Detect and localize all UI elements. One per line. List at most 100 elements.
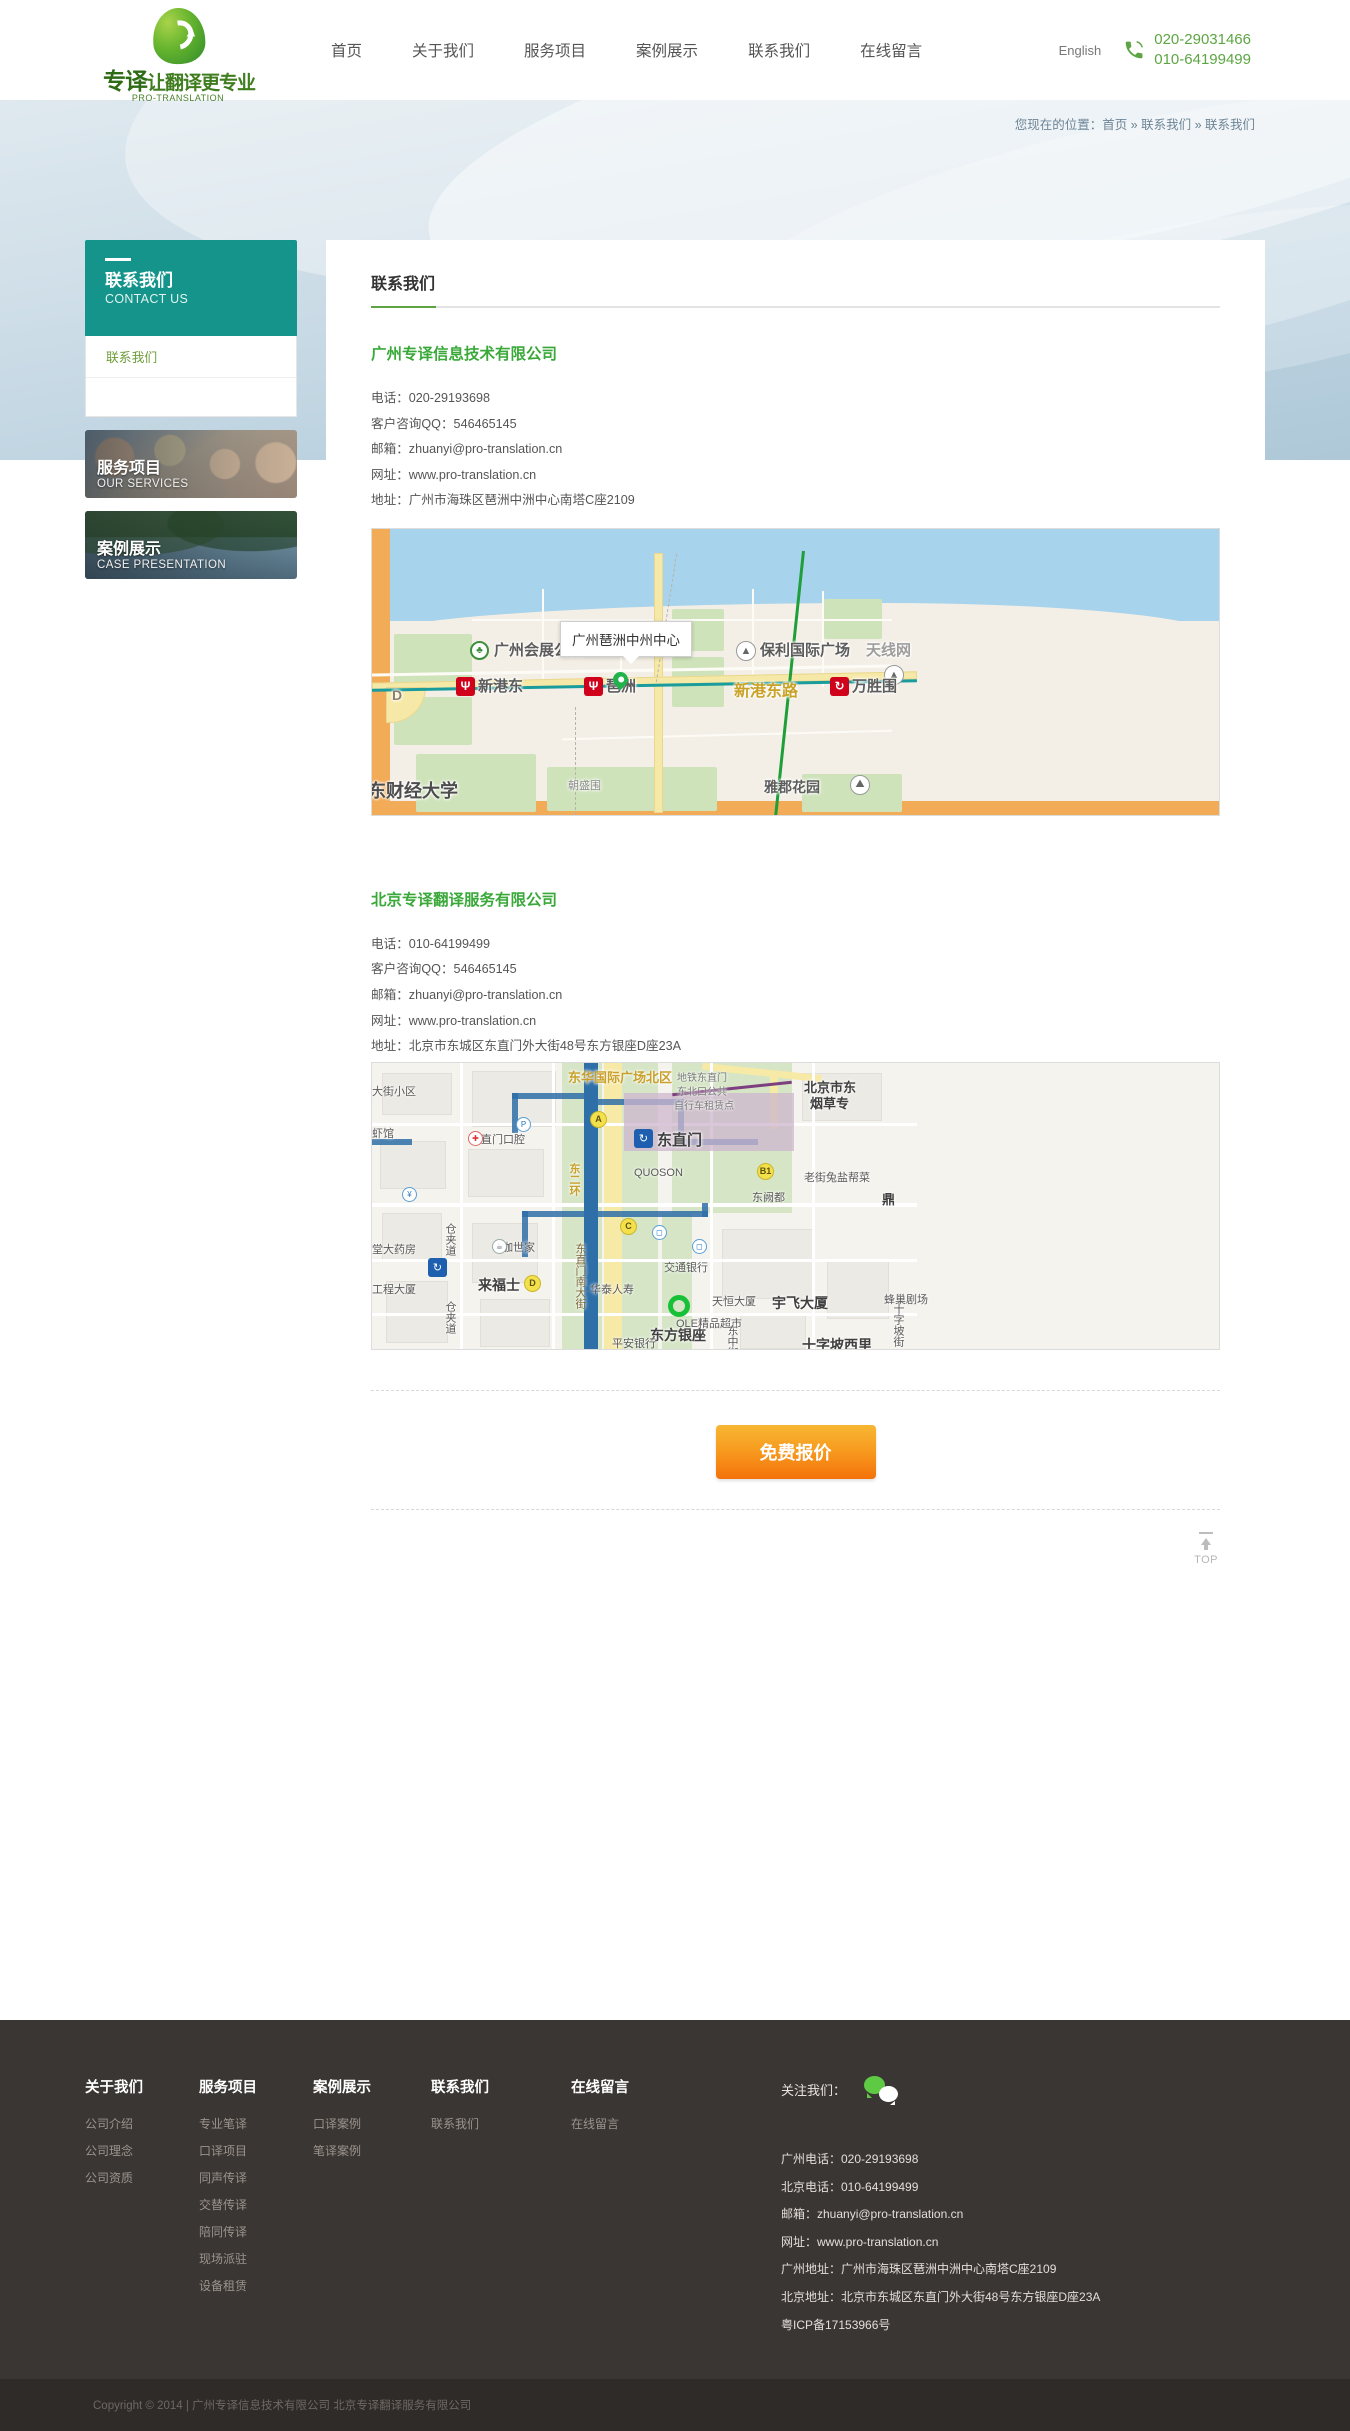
- bj-label-dongzhimen-1: 东直门: [657, 1129, 702, 1150]
- sidebar-title-en: CONTACT US: [105, 292, 277, 306]
- bj-label-gongcheng: 工程大厦: [372, 1281, 416, 1297]
- sidebar-menu: 联系我们: [85, 336, 297, 417]
- header-utilities: English 020-29031466 010-64199499: [1059, 30, 1251, 70]
- breadcrumb[interactable]: 您现在的位置：首页 » 联系我们 » 联系我们: [1015, 114, 1255, 133]
- footer-link-interpretation[interactable]: 口译项目: [199, 2138, 295, 2165]
- phone-icon: [1123, 39, 1145, 61]
- footer-link-company-philosophy[interactable]: 公司理念: [85, 2138, 181, 2165]
- sidebar-promo-services[interactable]: 服务项目 OUR SERVICES: [85, 430, 297, 498]
- footer-link-equipment[interactable]: 设备租赁: [199, 2273, 295, 2300]
- map-label-tianxian: 天线网: [866, 639, 911, 660]
- footer-link-interpretation-cases[interactable]: 口译案例: [313, 2111, 413, 2138]
- logo-brand: 专译: [103, 68, 147, 94]
- title-divider: [371, 306, 1220, 308]
- bj-label-yancao: 烟草专: [810, 1093, 849, 1112]
- bj-label-ding: 鼎: [882, 1189, 895, 1208]
- language-switch-link[interactable]: English: [1059, 43, 1102, 58]
- footer-icp-license[interactable]: 粤ICP备17153966号: [781, 2312, 1100, 2340]
- office-bj-qq: 客户咨询QQ：546465145: [371, 957, 1220, 983]
- promo-cases-title-en: CASE PRESENTATION: [97, 559, 226, 571]
- exit-b1-marker: B1: [757, 1163, 774, 1180]
- footer-link-simultaneous[interactable]: 同声传译: [199, 2165, 295, 2192]
- bus-icon-1: ◻: [652, 1225, 667, 1240]
- bj-label-dizhitie: 地铁东直门: [677, 1069, 727, 1084]
- footer-link-company-credentials[interactable]: 公司资质: [85, 2165, 181, 2192]
- bj-label-tianheng: 天恒大厦: [712, 1293, 756, 1309]
- sidebar: 联系我们 CONTACT US 联系我们 服务项目 OUR SERVICES: [85, 240, 297, 579]
- phone-number-bj: 010-64199499: [1154, 50, 1251, 70]
- bus-icon-2: ◻: [692, 1239, 707, 1254]
- nav-item-message[interactable]: 在线留言: [860, 39, 922, 61]
- back-to-top-button[interactable]: TOP: [1194, 1532, 1218, 1566]
- office-gz-address: 地址：广州市海珠区琶洲中洲中心南塔C座2109: [371, 488, 1220, 514]
- site-header: 专译让翻译更专业 PRO-TRANSLATION 首页 关于我们 服务项目 案例…: [0, 0, 1350, 100]
- footer-email: 邮箱：zhuanyi@pro-translation.cn: [781, 2201, 1100, 2229]
- bj-label-donghuan: 东二环: [566, 1163, 582, 1196]
- map-guangzhou[interactable]: ♣ 广州会展公园 ▲ 保利国际广场 天线网 ▲ Ψ 新港东 Ψ 琶洲 广州琶洲中…: [371, 528, 1220, 816]
- restaurant-icon-2: Ψ: [584, 677, 603, 696]
- restaurant-icon: Ψ: [456, 677, 475, 696]
- bj-label-shizipoxili: 十字坡西里: [802, 1335, 872, 1350]
- footer-link-written-translation[interactable]: 专业笔译: [199, 2111, 295, 2138]
- office-gz-phone: 电话：020-29193698: [371, 386, 1220, 412]
- page-body: 您现在的位置：首页 » 联系我们 » 联系我们 联系我们 CONTACT US …: [0, 100, 1350, 2020]
- footer-phone-bj: 北京电话：010-64199499: [781, 2174, 1100, 2202]
- nav-item-contact[interactable]: 联系我们: [748, 39, 810, 61]
- logo-leaf-icon: [145, 8, 211, 68]
- arrow-up-icon: [1196, 1532, 1216, 1552]
- free-quote-button[interactable]: 免费报价: [716, 1425, 876, 1479]
- footer-link-company-intro[interactable]: 公司介绍: [85, 2111, 181, 2138]
- bj-label-dongweidu: 东阙都: [752, 1189, 785, 1205]
- back-to-top-label: TOP: [1194, 1554, 1218, 1566]
- nav-item-about[interactable]: 关于我们: [412, 39, 474, 61]
- footer-link-message[interactable]: 在线留言: [571, 2111, 753, 2138]
- footer-link-escort[interactable]: 陪同传译: [199, 2219, 295, 2246]
- sidebar-title-cn: 联系我们: [105, 270, 277, 291]
- logo-slogan: 让翻译更专业: [147, 73, 255, 94]
- sidebar-promo-cases[interactable]: 案例展示 CASE PRESENTATION: [85, 511, 297, 579]
- site-logo[interactable]: 专译让翻译更专业 PRO-TRANSLATION: [103, 8, 253, 92]
- bj-label-shizipojie: 十字坡街: [890, 1303, 906, 1347]
- map-beijing[interactable]: 地铁东直门 东北口公共 自行车租赁点 东华国际广场北区 北京市东 烟草专 大街小…: [371, 1062, 1220, 1350]
- bj-label-zixingche: 自行车租赁点: [674, 1097, 734, 1112]
- footer-link-onsite[interactable]: 现场派驻: [199, 2246, 295, 2273]
- footer-col-services: 服务项目 专业笔译 口译项目 同声传译 交替传译 陪同传译 现场派驻 设备租赁: [199, 2076, 313, 2339]
- cafe-icon: ☕: [492, 1239, 507, 1254]
- sidebar-header: 联系我们 CONTACT US: [85, 240, 297, 336]
- map-label-chaosheng: 朝盛围: [568, 777, 601, 793]
- footer-follow-row: 关注我们：: [781, 2076, 1100, 2102]
- bj-label-donghua: 东华国际广场北区: [568, 1067, 672, 1086]
- footer-link-contact[interactable]: 联系我们: [431, 2111, 553, 2138]
- nav-item-home[interactable]: 首页: [331, 39, 362, 61]
- parking-icon: P: [516, 1117, 531, 1132]
- footer-link-translation-cases[interactable]: 笔译案例: [313, 2138, 413, 2165]
- bj-label-xiaguan: 虾馆: [372, 1125, 394, 1141]
- office-gz-email: 邮箱：zhuanyi@pro-translation.cn: [371, 437, 1220, 463]
- map-location-ring-beijing: [668, 1295, 690, 1317]
- office-gz-qq: 客户咨询QQ：546465145: [371, 412, 1220, 438]
- footer-heading-cases: 案例展示: [313, 2076, 413, 2097]
- hospital-icon: ✚: [468, 1131, 483, 1146]
- copyright-text: Copyright © 2014 | 广州专译信息技术有限公司 北京专译翻译服务…: [85, 2397, 1265, 2413]
- wechat-icon[interactable]: [864, 2076, 898, 2102]
- footer-col-cases: 案例展示 口译案例 笔译案例: [313, 2076, 431, 2339]
- bj-label-dongbeikou: 东北口公共: [677, 1083, 727, 1098]
- subway-icon-bj-1: ↻: [634, 1129, 653, 1148]
- footer-col-about: 关于我们 公司介绍 公司理念 公司资质: [85, 2076, 199, 2339]
- site-footer: 关于我们 公司介绍 公司理念 公司资质 服务项目 专业笔译 口译项目 同声传译 …: [0, 2020, 1350, 2379]
- nav-item-cases[interactable]: 案例展示: [636, 39, 698, 61]
- promo-cases-title-cn: 案例展示: [97, 541, 226, 559]
- main-nav: 首页 关于我们 服务项目 案例展示 联系我们 在线留言: [331, 39, 1059, 61]
- footer-address-bj: 北京地址：北京市东城区东直门外大街48号东方银座D座23A: [781, 2284, 1100, 2312]
- nav-item-services[interactable]: 服务项目: [524, 39, 586, 61]
- map-label-yajun: 雅郡花园: [764, 777, 820, 797]
- park-icon: ♣: [470, 641, 489, 660]
- office-bj-address: 地址：北京市东城区东直门外大街48号东方银座D座23A: [371, 1034, 1220, 1060]
- footer-link-consecutive[interactable]: 交替传译: [199, 2192, 295, 2219]
- sidebar-item-contact[interactable]: 联系我们: [86, 336, 296, 378]
- main-content: 联系我们 广州专译信息技术有限公司 电话：020-29193698 客户咨询QQ…: [326, 240, 1265, 1628]
- map-label-poly: 保利国际广场: [760, 639, 850, 660]
- bj-label-quoson: QUOSON: [634, 1167, 683, 1179]
- office-gz-website: 网址：www.pro-translation.cn: [371, 463, 1220, 489]
- bj-label-tangdayaofang: 堂大药房: [372, 1241, 416, 1257]
